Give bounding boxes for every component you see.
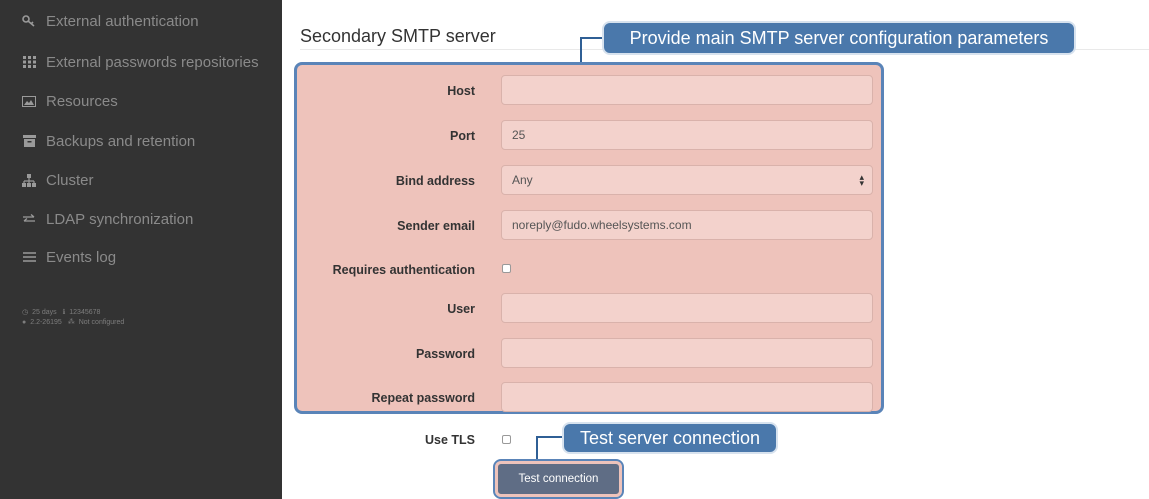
password-label: Password xyxy=(415,347,475,361)
sidebar-item-label: Backups and retention xyxy=(46,132,196,150)
sidebar-item-label: External passwords repositories xyxy=(46,53,259,71)
sender-email-input[interactable]: noreply@fudo.wheelsystems.com xyxy=(501,210,873,240)
callout-connector-horizontal xyxy=(580,37,603,39)
list-icon xyxy=(22,250,36,264)
sidebar-item-label: External authentication xyxy=(46,12,199,30)
callout-main-smtp: Provide main SMTP server configuration p… xyxy=(602,21,1076,55)
sidebar-item-ldap-synchronization[interactable]: LDAP synchronization xyxy=(22,207,193,231)
system-info: ◷ 25 days ℹ 12345678 ● 2.2-26195 ⁂ Not confi… xyxy=(22,308,128,328)
sidebar-item-external-passwords-repositories[interactable]: External passwords repositories xyxy=(22,50,259,74)
sidebar-item-cluster[interactable]: Cluster xyxy=(22,168,94,192)
sidebar-item-label: LDAP synchronization xyxy=(46,210,194,228)
select-arrows-icon: ▴ ▾ xyxy=(859,172,864,188)
port-label: Port xyxy=(450,129,475,143)
version-value: 2.2-26195 xyxy=(30,319,62,326)
uptime-value: 25 days xyxy=(32,309,57,316)
sidebar-item-label: Resources xyxy=(46,92,118,110)
cluster-status-icon: ⁂ xyxy=(67,319,75,326)
host-input[interactable] xyxy=(501,75,873,105)
sidebar-item-resources[interactable]: Resources xyxy=(22,89,118,113)
tag-icon: ● xyxy=(22,319,27,326)
sidebar-item-events-log[interactable]: Events log xyxy=(22,245,116,269)
requires-authentication-checkbox[interactable] xyxy=(502,264,511,273)
requires-authentication-label: Requires authentication xyxy=(332,263,475,277)
archive-icon xyxy=(22,134,36,148)
repeat-password-label: Repeat password xyxy=(371,391,475,405)
test-callout-connector-vertical xyxy=(536,436,538,460)
sidebar-item-backups-and-retention[interactable]: Backups and retention xyxy=(22,129,195,153)
bind-address-value: Any xyxy=(512,173,533,187)
repeat-password-input[interactable] xyxy=(501,382,873,412)
key-icon xyxy=(22,14,36,28)
callout-test-connection: Test server connection xyxy=(562,422,778,454)
clock-icon: ◷ xyxy=(22,309,29,316)
bind-address-label: Bind address xyxy=(395,174,475,188)
sidebar-item-label: Events log xyxy=(46,248,117,266)
sender-email-label: Sender email xyxy=(397,219,475,233)
password-input[interactable] xyxy=(501,338,873,368)
cluster-icon xyxy=(22,173,36,187)
test-connection-button[interactable]: Test connection xyxy=(493,459,624,499)
sync-arrows-icon xyxy=(22,212,36,226)
host-label: Host xyxy=(447,84,475,98)
user-label: User xyxy=(447,302,475,316)
callout-connector-vertical xyxy=(580,37,582,62)
use-tls-label: Use TLS xyxy=(424,433,475,447)
info-icon: ℹ xyxy=(62,309,66,316)
sidebar: External authentication External passwor… xyxy=(0,0,282,499)
sidebar-item-external-authentication[interactable]: External authentication xyxy=(22,9,199,33)
grid-icon xyxy=(22,55,36,69)
sidebar-item-label: Cluster xyxy=(46,171,94,189)
user-input[interactable] xyxy=(501,293,873,323)
test-callout-connector-horizontal xyxy=(536,436,563,438)
section-title: Secondary SMTP server xyxy=(300,26,496,46)
bind-address-select[interactable]: Any ▴ ▾ xyxy=(501,165,873,195)
image-icon xyxy=(22,94,36,108)
use-tls-checkbox[interactable] xyxy=(502,435,511,444)
port-input[interactable]: 25 xyxy=(501,120,873,150)
serial-value: 12345678 xyxy=(69,309,101,316)
cluster-status-value: Not configured xyxy=(78,319,125,326)
